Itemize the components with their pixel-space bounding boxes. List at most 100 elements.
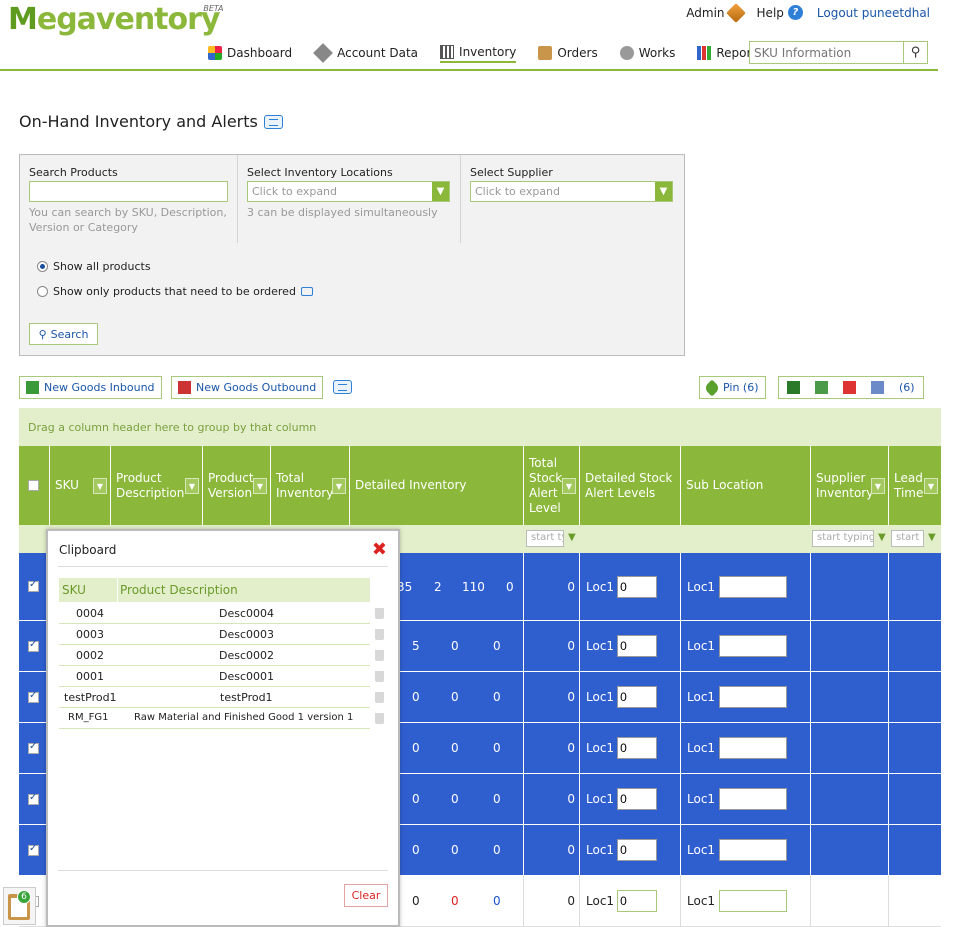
header-product-version[interactable]: Product Version ▼	[203, 446, 271, 525]
header-product-description[interactable]: Product Description ▼	[111, 446, 203, 525]
new-goods-inbound-button[interactable]: New Goods Inbound	[19, 376, 162, 399]
outbound-icon	[178, 381, 191, 394]
nav-inventory[interactable]: Inventory	[440, 43, 517, 63]
header-supplier-inventory[interactable]: Supplier Inventory ▼	[811, 446, 889, 525]
row-checkbox[interactable]	[28, 741, 39, 754]
locations-dropdown[interactable]: Click to expand ▼	[247, 181, 450, 202]
list-item[interactable]: RM_FG1 Raw Material and Finished Good 1 …	[59, 708, 370, 729]
radio-button[interactable]	[37, 285, 48, 297]
sku-search-box: ⚲	[749, 41, 928, 64]
excel-export-icon[interactable]	[815, 381, 828, 394]
header-total-stock-alert[interactable]: Total Stock Alert Level ▼	[524, 446, 580, 525]
supplier-dropdown[interactable]: Click to expand ▼	[470, 181, 673, 202]
comment-icon[interactable]	[300, 286, 313, 296]
list-item[interactable]: 0002 Desc0002	[59, 645, 370, 666]
dashboard-icon	[208, 46, 222, 60]
excel-export-icon[interactable]	[787, 381, 800, 394]
chevron-down-icon[interactable]: ▼	[562, 478, 576, 494]
list-item[interactable]: 0003 Desc0003	[59, 624, 370, 645]
logout-link[interactable]: Logout puneetdhal	[817, 6, 930, 20]
alert-level-input[interactable]	[617, 686, 658, 708]
comment-icon[interactable]	[263, 114, 283, 129]
sub-location-input[interactable]	[719, 686, 788, 708]
admin-link[interactable]: Admin	[686, 2, 746, 23]
list-item[interactable]: testProd1 testProd1	[59, 687, 370, 708]
trash-icon[interactable]	[375, 608, 384, 619]
sub-location-input[interactable]	[719, 737, 788, 759]
chevron-down-icon[interactable]: ▼	[871, 478, 885, 494]
clear-button[interactable]: Clear	[344, 884, 388, 907]
row-checkbox[interactable]	[28, 639, 39, 652]
close-icon[interactable]: ✖	[372, 539, 387, 560]
row-checkbox[interactable]	[28, 792, 39, 805]
sku-search-input[interactable]	[750, 42, 903, 63]
header-detailed-inventory[interactable]: Detailed Inventory	[350, 446, 524, 525]
trash-icon[interactable]	[375, 713, 384, 724]
chevron-down-icon[interactable]: ▼	[185, 478, 199, 494]
header-sku[interactable]: SKU ▼	[50, 446, 111, 525]
list-item[interactable]: 0001 Desc0001	[59, 666, 370, 687]
alert-level-input[interactable]	[617, 788, 658, 810]
header-lead-time[interactable]: Lead Time ▼	[889, 446, 941, 525]
list-item[interactable]: 0004 Desc0004	[59, 603, 370, 624]
select-all-checkbox[interactable]	[28, 480, 39, 491]
alert-level-input[interactable]	[617, 635, 658, 657]
filter-total-stock-alert[interactable]: start ty	[526, 530, 564, 547]
trash-icon[interactable]	[375, 629, 384, 640]
search-products-input[interactable]	[29, 181, 228, 202]
alert-level-input[interactable]	[617, 575, 658, 598]
clipboard-icon	[538, 46, 553, 60]
filter-lead-time[interactable]: start t	[891, 530, 924, 547]
search-icon[interactable]: ⚲	[903, 42, 927, 63]
help-link[interactable]: Help?	[757, 5, 803, 20]
divider	[117, 578, 118, 602]
sub-location-input[interactable]	[719, 788, 788, 810]
clipboard-toggle[interactable]: 6	[3, 887, 36, 925]
search-button[interactable]: ⚲ Search	[29, 323, 98, 345]
help-icon: ?	[787, 5, 803, 20]
new-goods-outbound-button[interactable]: New Goods Outbound	[171, 376, 324, 399]
nav-works[interactable]: Works	[619, 43, 675, 63]
header-detailed-stock-alert[interactable]: Detailed Stock Alert Levels	[580, 446, 681, 525]
sub-location-input[interactable]	[719, 635, 788, 657]
alert-level-input[interactable]	[617, 737, 658, 759]
trash-icon[interactable]	[375, 692, 384, 703]
radio-show-all[interactable]: Show all products	[37, 259, 313, 273]
radio-button[interactable]	[37, 260, 48, 272]
filter-icon[interactable]: ▼	[878, 532, 886, 543]
trash-icon[interactable]	[375, 671, 384, 682]
header-total-inventory[interactable]: Total Inventory ▼	[271, 446, 350, 525]
nav-dashboard[interactable]: Dashboard	[208, 43, 292, 63]
header-sub-location[interactable]: Sub Location	[681, 446, 811, 525]
pin-icon	[703, 379, 721, 396]
nav-account-data[interactable]: Account Data	[313, 43, 418, 63]
sub-location-input[interactable]	[719, 839, 788, 861]
alert-level-input[interactable]	[617, 839, 658, 861]
row-checkbox[interactable]	[28, 843, 39, 856]
row-checkbox[interactable]	[28, 579, 39, 592]
chevron-down-icon: ▼	[655, 182, 672, 201]
wrench-icon	[313, 43, 334, 63]
trash-icon[interactable]	[375, 650, 384, 661]
radio-show-to-order[interactable]: Show only products that need to be order…	[37, 284, 313, 298]
csv-export-icon[interactable]	[871, 381, 884, 394]
filter-supplier-inventory[interactable]: start typing	[812, 530, 874, 547]
row-checkbox[interactable]	[28, 690, 39, 703]
main-nav: Dashboard Account Data Inventory Orders …	[208, 43, 762, 63]
sub-location-input[interactable]	[719, 890, 788, 912]
filter-icon[interactable]: ▼	[928, 532, 936, 543]
nav-orders[interactable]: Orders	[538, 43, 598, 63]
alert-level-input[interactable]	[617, 890, 658, 912]
chevron-down-icon[interactable]: ▼	[253, 478, 267, 494]
chevron-down-icon[interactable]: ▼	[924, 478, 938, 494]
pin-button[interactable]: Pin (6)	[699, 376, 766, 399]
chevron-down-icon[interactable]: ▼	[332, 478, 346, 494]
group-by-bar[interactable]: Drag a column header here to group by th…	[19, 408, 941, 446]
comment-icon[interactable]	[333, 380, 352, 394]
filter-icon[interactable]: ▼	[568, 532, 576, 543]
sub-location-input[interactable]	[719, 575, 788, 598]
megaventory-logo[interactable]: Megaventory BETA	[8, 2, 224, 37]
pdf-export-icon[interactable]	[843, 381, 856, 394]
chevron-down-icon[interactable]: ▼	[93, 478, 107, 494]
supplier-section: Select Supplier Click to expand ▼	[461, 155, 685, 243]
